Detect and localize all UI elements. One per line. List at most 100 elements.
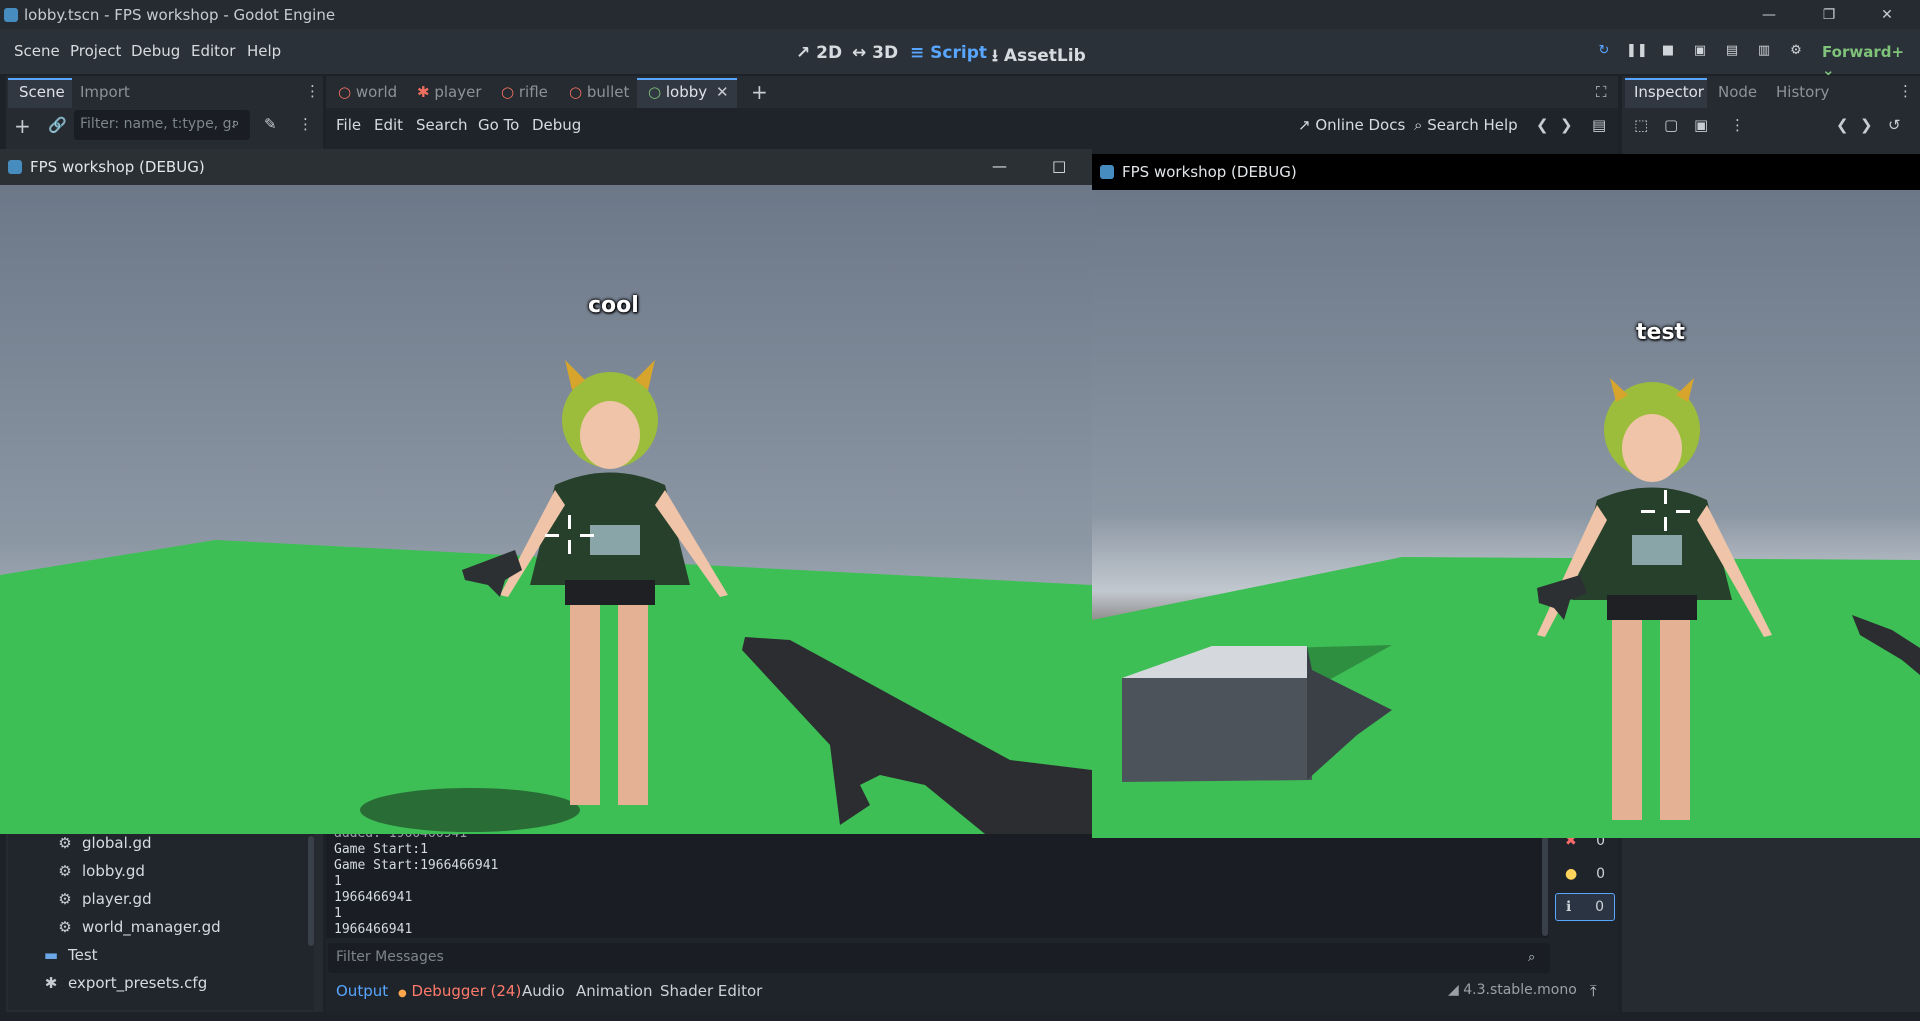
back-icon[interactable]: ❮ [1536,116,1549,134]
add-node-icon[interactable]: + [14,114,31,138]
log-line: 1966466941 [334,890,413,905]
dock-menu-icon[interactable]: ⋮ [1898,82,1913,100]
menu-editor[interactable]: Editor [191,42,235,60]
file-item[interactable]: ⚙ lobby.gd [56,862,145,880]
forward-icon[interactable]: ❯ [1560,116,1573,134]
tab-output[interactable]: Output [336,982,388,1000]
menu-help[interactable]: Help [247,42,281,60]
tab-audio[interactable]: Audio [522,982,565,1000]
script-menu-debug[interactable]: Debug [532,116,581,134]
workspace-assetlib[interactable]: ⭳ AssetLib [992,43,1086,72]
player-nametag: cool [588,293,639,318]
update-spinner-icon: ◢ [1448,982,1459,998]
script-menu-edit[interactable]: Edit [374,116,403,134]
history-forward-icon[interactable]: ❯ [1860,116,1873,134]
new-tab-icon[interactable]: + [751,80,768,104]
tab-player[interactable]: ✱ player [417,83,482,101]
gear-icon: ⚙ [58,862,72,880]
pause-icon[interactable]: ❚❚ [1626,43,1648,61]
close-tab-icon[interactable]: ✕ [716,83,729,101]
tab-inspector[interactable]: Inspector [1634,83,1704,101]
maximize-icon[interactable]: □ [1052,157,1066,175]
file-item[interactable]: ✱ export_presets.cfg [42,974,208,992]
tab-rifle[interactable]: ○ rifle [501,83,548,101]
distraction-free-icon[interactable]: ⛶ [1596,83,1607,101]
renderer-select[interactable]: Forward+ ⌄ [1822,43,1920,79]
message-counter[interactable]: ℹ0 [1555,893,1615,921]
movie-maker-icon[interactable]: ⚙ [1786,43,1806,61]
minimize-icon[interactable]: — [1740,0,1798,29]
version-label: ◢ 4.3.stable.mono [1448,982,1577,998]
inspector-more-icon[interactable]: ⋮ [1730,116,1745,134]
workspace-script[interactable]: ≡ Script [910,43,987,63]
warning-counter[interactable]: ● 0 [1555,860,1615,888]
warning-icon: ● [1565,866,1578,882]
tab-world[interactable]: ○ world [338,83,397,101]
file-item[interactable]: ⚙ world_manager.gd [56,918,220,936]
game-window-2[interactable]: FPS workshop (DEBUG) test [1092,154,1920,838]
save-icon[interactable]: ▣ [1694,116,1708,134]
game-viewport-1[interactable]: cool [0,185,1092,834]
search-help-link[interactable]: ⌕ Search Help [1414,116,1518,134]
scene-script-icon[interactable]: ✎ [264,115,277,133]
stop-icon[interactable]: ■ [1658,43,1678,61]
menu-scene[interactable]: Scene [14,42,60,60]
scene-circle-icon: ○ [569,83,583,101]
tab-scene[interactable]: Scene [19,83,65,101]
log-line: 1 [334,906,342,921]
toggle-list-icon[interactable]: ▤ [1592,116,1606,134]
script-menu-search[interactable]: Search [416,116,468,134]
remote-debug-icon[interactable]: ▣ [1690,43,1710,61]
folder-icon: ▬ [43,946,59,964]
search-icon: ⌕ [232,116,240,131]
3d-icon: ↔ [852,43,867,63]
game-window-1[interactable]: FPS workshop (DEBUG) — □ cool [0,149,1092,834]
file-item[interactable]: ⚙ player.gd [56,890,151,908]
filesystem-scrollbar[interactable] [308,836,314,946]
history-back-icon[interactable]: ❮ [1836,116,1849,134]
tab-lobby[interactable]: ○ lobby [648,83,707,101]
godot-logo-icon [1100,165,1114,179]
minimize-icon[interactable]: — [992,157,1007,175]
scene-circle-icon: ○ [648,83,662,101]
script-menu-goto[interactable]: Go To [478,116,519,134]
play-scene-icon[interactable]: ▤ [1722,43,1742,61]
game-window-1-titlebar: FPS workshop (DEBUG) — □ [0,149,1092,185]
log-line: Game Start:1 [334,842,428,857]
pin-panel-icon[interactable]: ⤒ [1590,982,1597,1000]
scene-filter-input[interactable]: Filter: name, t:type, g: [74,110,250,140]
menu-debug[interactable]: Debug [131,42,180,60]
menu-project[interactable]: Project [70,42,121,60]
tab-shader-editor[interactable]: Shader Editor [660,982,762,1000]
online-docs-link[interactable]: ↗ Online Docs [1298,116,1405,134]
tab-bullet[interactable]: ○ bullet [569,83,629,101]
game-viewport-2[interactable]: test [1092,190,1920,838]
workspace-3d[interactable]: ↔ 3D [852,43,898,63]
game-window-2-title: FPS workshop (DEBUG) [1122,163,1297,181]
play-custom-icon[interactable]: ▥ [1754,43,1774,61]
open-folder-icon[interactable]: ▢ [1664,116,1678,134]
filter-messages-input[interactable]: Filter Messages [328,943,1550,973]
scene-more-icon[interactable]: ⋮ [298,115,313,133]
link-icon[interactable]: 🔗 [48,116,67,134]
script-menu-file[interactable]: File [336,116,361,134]
output-scrollbar[interactable] [1542,832,1548,936]
tab-debugger[interactable]: ● Debugger (24) [398,982,521,1000]
tab-node[interactable]: Node [1718,83,1757,101]
log-line: Game Start:1966466941 [334,858,499,873]
maximize-icon[interactable]: ❐ [1800,0,1858,29]
tab-animation[interactable]: Animation [576,982,652,1000]
tab-import[interactable]: Import [80,83,130,101]
tab-history[interactable]: History [1776,83,1829,101]
folder-item[interactable]: ▬ Test [42,946,98,964]
godot-logo-icon [4,7,18,22]
workspace-2d[interactable]: ↗ 2D [796,43,842,63]
info-icon: ℹ [1566,899,1572,915]
close-icon[interactable]: ✕ [1858,0,1916,29]
object-history-icon[interactable]: ↺ [1888,116,1901,134]
dock-menu-icon[interactable]: ⋮ [305,82,320,100]
new-resource-icon[interactable]: ⬚ [1634,116,1648,134]
window-title: lobby.tscn - FPS workshop - Godot Engine [24,5,336,24]
file-item[interactable]: ⚙ global.gd [56,834,151,852]
reload-icon[interactable]: ↻ [1594,43,1614,61]
